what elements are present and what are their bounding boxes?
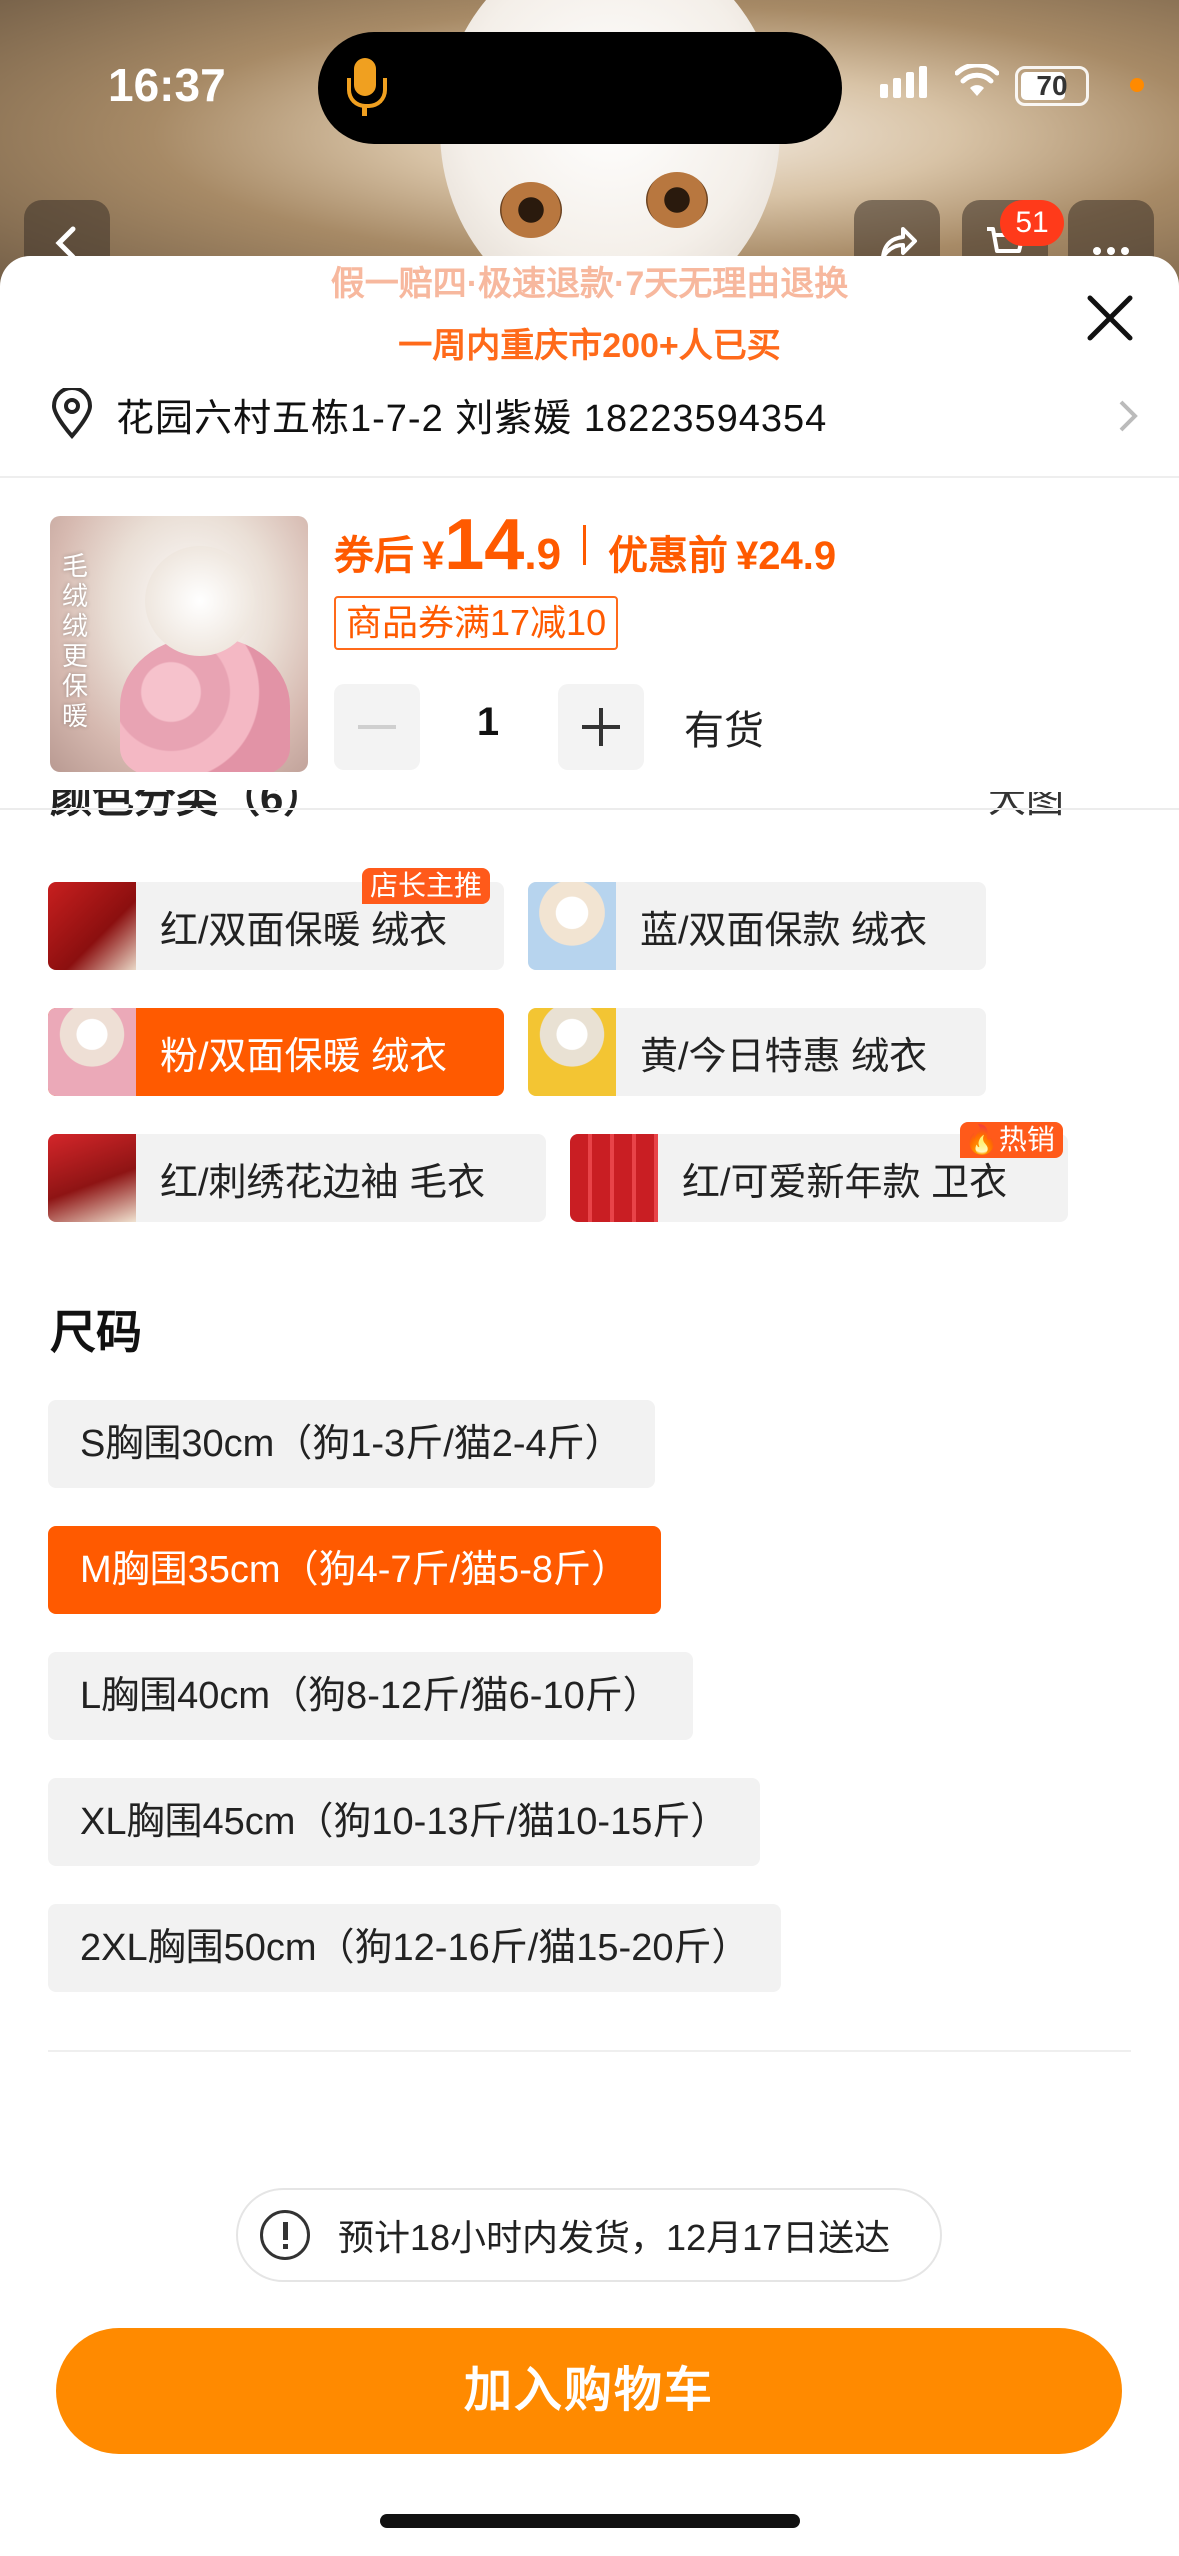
color-option-image xyxy=(528,1008,616,1096)
color-option-image xyxy=(570,1134,658,1222)
price-decimal: .9 xyxy=(524,530,562,579)
color-option-label: 红/刺绣花边袖 毛衣 xyxy=(160,1161,486,1204)
size-option-selected[interactable]: M胸围35cm（狗4-7斤/猫5-8斤） xyxy=(48,1526,661,1614)
divider xyxy=(0,476,1179,478)
color-option[interactable]: 红/刺绣花边袖 毛衣 xyxy=(48,1134,546,1222)
price-separator xyxy=(583,525,587,565)
shipping-estimate-text: 预计18小时内发货，12月17日送达 xyxy=(338,2217,891,2258)
size-option[interactable]: 2XL胸围50cm（狗12-16斤/猫15-20斤） xyxy=(48,1904,782,1992)
shipping-estimate: 预计18小时内发货，12月17日送达 xyxy=(236,2188,942,2282)
battery-level: 70 xyxy=(1036,70,1068,101)
color-option-label: 红/双面保暖 绒衣 xyxy=(160,909,448,952)
quantity-increase-button[interactable] xyxy=(558,684,644,770)
close-icon[interactable] xyxy=(1082,290,1138,346)
delivery-address-row[interactable]: 花园六村五栋1-7-2 刘紫媛 18223594354 xyxy=(50,384,1140,444)
color-option-image xyxy=(528,882,616,970)
color-option-selected[interactable]: 粉/双面保暖 绒衣 xyxy=(48,1008,504,1096)
color-option-label: 蓝/双面保款 绒衣 xyxy=(640,909,928,952)
size-option[interactable]: XL胸围45cm（狗10-13斤/猫10-15斤） xyxy=(48,1778,761,1866)
color-section-title: 颜色分类（6） xyxy=(50,790,326,821)
service-promise-text: 假一赔四·极速退款·7天无理由退换 xyxy=(330,265,849,303)
size-section-title: 尺码 xyxy=(50,1306,142,1358)
recent-buyers-text: 一周内重庆市200+人已买 xyxy=(398,327,781,365)
color-option-image xyxy=(48,1134,136,1222)
thumbnail-caption: 毛绒绒更保暖 xyxy=(62,552,89,732)
quantity-decrease-button[interactable] xyxy=(334,684,420,770)
product-thumbnail[interactable]: 毛绒绒更保暖 xyxy=(50,516,308,772)
status-time: 16:37 xyxy=(108,59,226,111)
home-indicator[interactable] xyxy=(380,2514,800,2528)
color-option-label: 黄/今日特惠 绒衣 xyxy=(640,1035,928,1078)
color-option[interactable]: 蓝/双面保款 绒衣 xyxy=(528,882,986,970)
location-pin-icon xyxy=(51,388,93,439)
wifi-icon xyxy=(955,64,999,96)
privacy-indicator-dot xyxy=(1130,78,1144,92)
dynamic-island xyxy=(318,32,842,144)
currency-symbol: ¥ xyxy=(422,534,445,578)
price-row: 券后 ¥ 14 .9 优惠前 ¥ 24.9 xyxy=(334,504,836,586)
info-icon xyxy=(260,2210,310,2260)
cart-count-badge: 51 xyxy=(1000,200,1064,246)
quantity-value[interactable]: 1 xyxy=(440,700,536,745)
cat-eye-right xyxy=(646,172,708,228)
currency-symbol: ¥ xyxy=(736,534,759,578)
size-option[interactable]: S胸围30cm（狗1-3斤/猫2-4斤） xyxy=(48,1400,655,1488)
color-option-image xyxy=(48,1008,136,1096)
color-option-label: 红/可爱新年款 卫衣 xyxy=(682,1161,1008,1204)
cat-eye-left xyxy=(500,182,562,238)
original-price-label: 优惠前 xyxy=(608,534,729,578)
flame-icon: 🔥 xyxy=(964,1124,999,1155)
color-option-label: 粉/双面保暖 绒衣 xyxy=(160,1035,448,1078)
signal-icon xyxy=(880,66,927,98)
chevron-right-icon xyxy=(1119,400,1138,432)
price-label: 券后 xyxy=(334,534,414,578)
color-option[interactable]: 黄/今日特惠 绒衣 xyxy=(528,1008,986,1096)
divider xyxy=(48,2050,1131,2052)
size-option[interactable]: L胸围40cm（狗8-12斤/猫6-10斤） xyxy=(48,1652,693,1740)
tag-badge: 店长主推 xyxy=(362,868,491,904)
add-to-cart-button[interactable]: 加入购物车 xyxy=(56,2328,1122,2454)
hot-sale-badge: 🔥热销 xyxy=(960,1122,1063,1158)
color-option-image xyxy=(48,882,136,970)
divider xyxy=(0,808,1179,810)
microphone-icon xyxy=(347,58,387,108)
battery-icon: 70 xyxy=(1015,66,1089,106)
address-text: 花园六村五栋1-7-2 刘紫媛 18223594354 xyxy=(116,397,828,440)
price-integer: 14 xyxy=(444,505,525,585)
stock-status: 有货 xyxy=(684,709,764,753)
original-price: 24.9 xyxy=(758,534,837,578)
coupon-badge: 商品券满17减10 xyxy=(334,596,619,650)
